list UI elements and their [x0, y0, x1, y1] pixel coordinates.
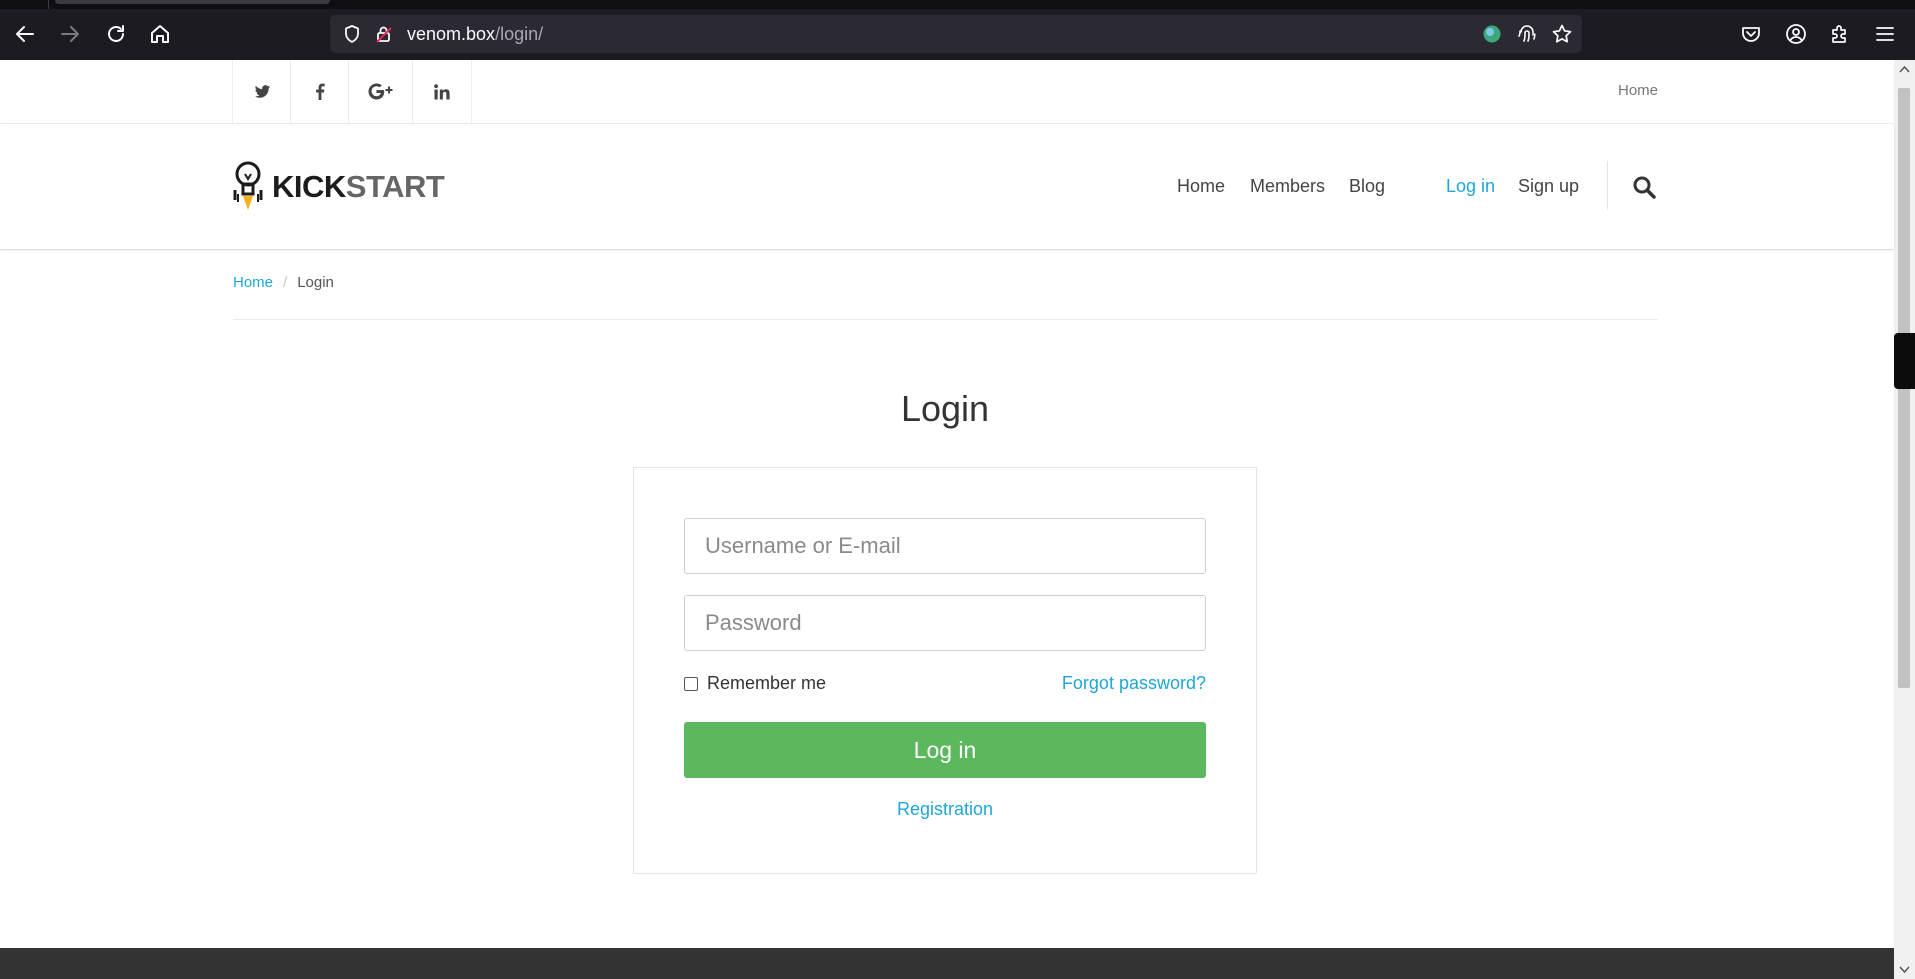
remember-me[interactable]: Remember me	[684, 673, 826, 694]
url-bar[interactable]: venom.box/login/	[330, 15, 1582, 53]
forgot-password-link[interactable]: Forgot password?	[1040, 673, 1206, 694]
pocket-icon	[1742, 27, 1760, 42]
linkedin-link[interactable]	[412, 60, 472, 123]
password-field[interactable]	[684, 595, 1206, 651]
twitter-link[interactable]	[232, 60, 291, 123]
reload-icon	[108, 25, 124, 42]
url-host: venom.box	[407, 24, 496, 44]
tab-strip	[0, 0, 1915, 9]
scroll-up-icon[interactable]	[1899, 65, 1910, 73]
linkedin-icon	[434, 83, 450, 99]
username-input[interactable]	[685, 519, 1205, 573]
extensions-button[interactable]	[1825, 19, 1855, 49]
forward-button[interactable]	[55, 19, 85, 49]
topbar-home-link[interactable]: Home	[1590, 82, 1658, 99]
side-panel-handle[interactable]	[1894, 333, 1915, 389]
menu-icon	[1876, 27, 1894, 41]
url-text: venom.box/login/	[407, 24, 543, 45]
tab-separator	[48, 0, 49, 9]
facebook-link[interactable]	[290, 60, 349, 123]
insecure-lock-icon[interactable]	[372, 22, 396, 46]
nav-signup[interactable]: Sign up	[1518, 176, 1579, 197]
breadcrumb-current: Login	[297, 274, 334, 291]
url-path: /login/	[495, 24, 544, 44]
search-icon	[1633, 176, 1656, 199]
breadcrumb: Home / Login	[233, 274, 334, 291]
registration-link[interactable]: Registration	[684, 799, 1206, 820]
globe-extension-icon[interactable]	[1480, 22, 1504, 46]
username-field[interactable]	[684, 518, 1206, 574]
google-plus-link[interactable]	[348, 60, 413, 123]
search-button[interactable]	[1632, 175, 1656, 199]
page-title: Login	[900, 388, 990, 429]
nav-divider	[1607, 161, 1608, 210]
remember-me-label[interactable]: Remember me	[707, 673, 826, 694]
fingerprint-icon[interactable]	[1515, 22, 1539, 46]
shield-icon[interactable]	[340, 22, 364, 46]
breadcrumb-divider	[233, 319, 1658, 320]
breadcrumb-home[interactable]: Home	[233, 274, 273, 291]
password-input[interactable]	[685, 596, 1205, 650]
site-footer	[0, 948, 1894, 979]
login-submit-button[interactable]: Log in	[684, 722, 1206, 778]
nav-home[interactable]: Home	[1177, 176, 1225, 197]
logo-wordmark: KICKSTART	[272, 169, 445, 205]
pocket-button[interactable]	[1736, 19, 1766, 49]
social-topbar: Home	[0, 60, 1894, 124]
nav-members[interactable]: Members	[1250, 176, 1325, 197]
nav-login[interactable]: Log in	[1446, 176, 1495, 197]
forward-arrow-icon	[61, 26, 79, 42]
scroll-down-icon[interactable]	[1899, 966, 1910, 974]
extensions-icon	[1832, 25, 1846, 43]
twitter-icon	[254, 84, 270, 98]
active-tab[interactable]	[55, 0, 330, 4]
rocket-bulb-logo-icon	[233, 161, 263, 210]
nav-blog[interactable]: Blog	[1349, 176, 1385, 197]
browser-toolbar: venom.box/login/	[0, 0, 1915, 60]
facebook-icon	[316, 83, 325, 100]
google-plus-icon	[368, 83, 393, 100]
remember-me-checkbox[interactable]	[684, 676, 698, 691]
back-button[interactable]	[10, 19, 40, 49]
site-logo[interactable]: KICKSTART	[232, 160, 445, 214]
breadcrumb-separator: /	[283, 274, 288, 291]
home-icon	[151, 25, 169, 43]
reload-button[interactable]	[101, 19, 131, 49]
star-icon[interactable]	[1550, 22, 1574, 46]
back-arrow-icon	[16, 26, 34, 42]
logo-text-light: START	[345, 169, 445, 204]
home-button[interactable]	[145, 19, 175, 49]
logo-text-bold: KICK	[272, 169, 346, 204]
account-icon	[1786, 24, 1806, 44]
app-menu-button[interactable]	[1870, 19, 1900, 49]
account-button[interactable]	[1781, 19, 1811, 49]
